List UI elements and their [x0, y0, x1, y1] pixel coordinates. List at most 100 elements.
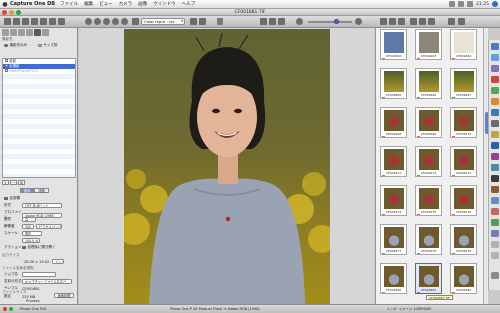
zoom-out-icon[interactable]: [296, 18, 303, 25]
folder-icon[interactable]: [491, 252, 499, 259]
album-row-openphone[interactable]: OpenPhoneFS2S: [3, 69, 75, 74]
menu-camera[interactable]: カメラ: [119, 1, 133, 7]
trash-icon[interactable]: [217, 18, 223, 25]
thumbnail-item[interactable]: CF001672: [415, 146, 442, 177]
folder-icon[interactable]: [491, 241, 499, 248]
thumbnail-item[interactable]: CF001681: [415, 263, 442, 294]
portrait-photo[interactable]: [124, 29, 330, 304]
album-list[interactable]: 名前 全撮影 OpenPhoneFS2S: [2, 58, 76, 178]
tab-basic[interactable]: 基本: [20, 188, 35, 193]
radio-destination-only[interactable]: 撮影先のみ: [4, 43, 27, 48]
scale-select[interactable]: 固定: [22, 231, 42, 236]
focus-tab-icon[interactable]: [31, 18, 38, 25]
use-name-checkbox[interactable]: 名前欄: [4, 196, 20, 201]
calendar-icon[interactable]: [491, 76, 499, 83]
mail-icon[interactable]: [491, 109, 499, 116]
zoom-tool-icon[interactable]: [94, 18, 101, 25]
thumbnail-item[interactable]: CF001670: [450, 107, 477, 138]
rotate-right-icon[interactable]: [199, 18, 206, 25]
menu-image[interactable]: 画像: [138, 1, 147, 7]
apple-menu-icon[interactable]: ●: [0, 1, 10, 8]
thumbnail-item[interactable]: CF001662: [380, 29, 407, 60]
menu-clock[interactable]: 21:25: [476, 2, 489, 7]
app-icon[interactable]: [491, 197, 499, 204]
view-list-icon[interactable]: [398, 18, 405, 25]
app-icon[interactable]: [491, 230, 499, 237]
menu-file[interactable]: ファイル: [60, 1, 78, 7]
hand-tool-icon[interactable]: [85, 18, 92, 25]
job-name-input[interactable]: [22, 272, 56, 277]
thumbnail-item[interactable]: CF001668: [380, 107, 407, 138]
color-tab-icon[interactable]: [13, 18, 20, 25]
terminal-icon[interactable]: [491, 120, 499, 127]
app-icon[interactable]: [491, 186, 499, 193]
fullscreen-icon[interactable]: [448, 18, 455, 25]
thumbnail-item[interactable]: CF001665: [380, 68, 407, 99]
exposure-warning-icon[interactable]: [269, 18, 276, 25]
panel-tab-capture[interactable]: [2, 29, 9, 36]
rotate-left-icon[interactable]: [190, 18, 197, 25]
panel-tab-exposure[interactable]: [18, 29, 25, 36]
volume-icon[interactable]: [467, 1, 474, 7]
white-balance-picker-icon[interactable]: [121, 18, 128, 25]
app-icon[interactable]: [491, 208, 499, 215]
process-tab-icon[interactable]: [58, 18, 65, 25]
exposure-tab-icon[interactable]: [22, 18, 29, 25]
thumbnail-item[interactable]: CF001671: [380, 146, 407, 177]
panel-tab-process[interactable]: [34, 29, 41, 36]
thumbnail-item[interactable]: CF001677: [380, 224, 407, 255]
facetime-icon[interactable]: [491, 87, 499, 94]
proof-icon[interactable]: [458, 18, 465, 25]
checkbox[interactable]: [22, 245, 26, 250]
spotlight-search-icon[interactable]: [492, 1, 498, 7]
thumbnail-item[interactable]: CF001682: [450, 263, 477, 294]
output-unit-select[interactable]: インチ: [52, 259, 65, 264]
metadata-tab-icon[interactable]: [49, 18, 56, 25]
notes-icon[interactable]: [491, 131, 499, 138]
panel-tab-color[interactable]: [10, 29, 17, 36]
name-format-select[interactable]: キャプチャーファイル名など: [22, 279, 72, 284]
thumbnail-item[interactable]: CF001664: [450, 29, 477, 60]
thumbnail-item[interactable]: CF001666: [415, 68, 442, 99]
tab-detail[interactable]: 詳細: [34, 188, 49, 193]
color-profile-select[interactable]: Color repro - rec ▾: [141, 18, 185, 25]
grid-icon[interactable]: [278, 18, 285, 25]
thumbnail-item[interactable]: CF001669: [415, 107, 442, 138]
album-settings-button[interactable]: ⚙: [18, 180, 25, 185]
panel-tab-focus[interactable]: [26, 29, 33, 36]
thumbnail-item[interactable]: CF001678: [415, 224, 442, 255]
image-viewer[interactable]: [79, 28, 374, 304]
crop-tool-icon[interactable]: [103, 18, 110, 25]
add-album-button[interactable]: +: [2, 180, 9, 185]
capture-one-icon[interactable]: [491, 175, 499, 182]
scale-value-input[interactable]: 100.0 %: [22, 238, 40, 243]
photos-icon[interactable]: [491, 98, 499, 105]
process-images-button[interactable]: 画像処理: [54, 293, 74, 298]
view-single-icon[interactable]: [380, 18, 387, 25]
checkbox[interactable]: [5, 69, 8, 72]
trash-icon[interactable]: [491, 272, 499, 279]
radio-by-size[interactable]: サイズ別: [38, 43, 57, 48]
app-menu[interactable]: Capture One DB: [10, 1, 55, 7]
checkbox[interactable]: [5, 59, 8, 62]
thumbnail-item[interactable]: CF001679: [450, 224, 477, 255]
zoom-slider[interactable]: [308, 19, 352, 24]
menu-window[interactable]: ウインドウ: [153, 1, 176, 7]
sort-icon[interactable]: [419, 18, 426, 25]
view-grid-icon[interactable]: [389, 18, 396, 25]
color-swatch-icon[interactable]: [132, 18, 139, 25]
safari-icon[interactable]: [491, 54, 499, 61]
app-icon[interactable]: [491, 153, 499, 160]
filter-icon[interactable]: [410, 18, 417, 25]
itunes-icon[interactable]: [491, 65, 499, 72]
thumbnail-item[interactable]: CF001675: [415, 185, 442, 216]
preferences-icon[interactable]: [491, 142, 499, 149]
rotate-tool-icon[interactable]: [112, 18, 119, 25]
thumbnail-item[interactable]: CF001676: [450, 185, 477, 216]
thumbnail-item[interactable]: CF001673: [450, 146, 477, 177]
thumbnail-item[interactable]: CF001680: [380, 263, 407, 294]
thumbnail-item[interactable]: CF001667: [450, 68, 477, 99]
menu-view[interactable]: ビュー: [99, 1, 113, 7]
finder-icon[interactable]: [491, 43, 499, 50]
resolution-input[interactable]: 300: [22, 224, 34, 229]
